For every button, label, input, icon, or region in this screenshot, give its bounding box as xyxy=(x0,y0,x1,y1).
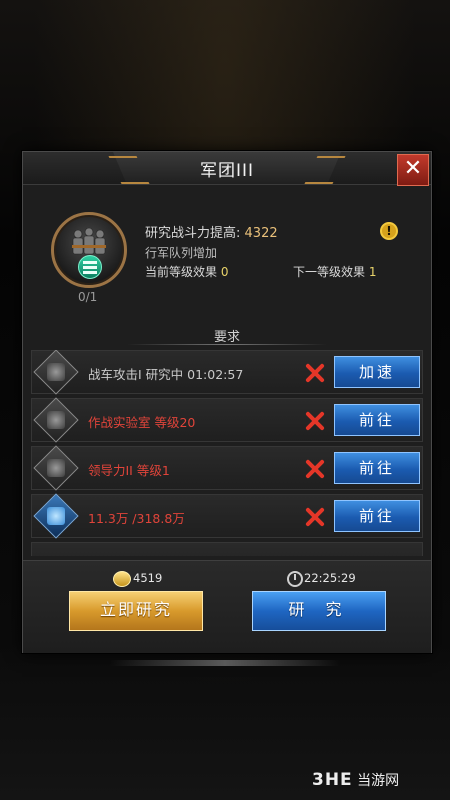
current-effect-label: 当前等级效果 xyxy=(145,265,218,279)
requirement-text: 领导力II 等级1 xyxy=(88,463,170,478)
lab-building-icon xyxy=(33,397,79,443)
requirements-list[interactable]: 战车攻击I 研究中 01:02:57 加速 作战实验室 等级20 前往 领导力I… xyxy=(31,350,423,556)
level-count: 0/1 xyxy=(78,290,98,304)
list-item: 领导力II 等级1 前往 xyxy=(31,445,423,491)
goto-button[interactable]: 前往 xyxy=(334,452,420,484)
requirement-text: 11.3万 /318.8万 xyxy=(88,511,185,526)
unmet-x-icon xyxy=(304,362,326,384)
unmet-x-icon xyxy=(304,410,326,432)
watermark-logo: 3HE xyxy=(312,770,353,790)
requirement-text: 作战实验室 等级20 xyxy=(88,415,196,430)
research-button[interactable]: 研 究 xyxy=(252,591,386,631)
tech-description: 行军队列增加 xyxy=(145,246,218,260)
dialog-bottom-ornament xyxy=(110,660,340,666)
requirements-divider xyxy=(127,344,327,345)
info-alert-icon[interactable]: ! xyxy=(380,222,398,240)
unmet-x-icon xyxy=(304,458,326,480)
research-time: 22:25:29 xyxy=(304,571,356,585)
next-effect-label: 下一等级效果 xyxy=(293,265,366,279)
list-item: 作战实验室 等级20 前往 xyxy=(31,397,423,443)
unmet-x-icon xyxy=(304,506,326,528)
current-effect-value: 0 xyxy=(220,265,229,279)
dialog-title: 军团III xyxy=(199,161,255,181)
requirements-header: 要求 xyxy=(213,330,240,345)
tech-avatar xyxy=(51,212,127,288)
list-item-partial xyxy=(31,542,423,556)
site-watermark: 3HE 当游网 xyxy=(312,770,442,794)
list-item: 11.3万 /318.8万 前往 xyxy=(31,493,423,539)
gold-cost: 4519 xyxy=(133,571,163,585)
research-dialog: 军团III ✕ 0/1 研究战斗力提高: 4322 行军队列增加 当前等级效果 … xyxy=(22,151,432,653)
speedup-button[interactable]: 加速 xyxy=(334,356,420,388)
rank-chevron-icon xyxy=(78,255,102,279)
action-footer: 4519 22:25:29 立即研究 研 究 xyxy=(23,560,431,653)
close-button[interactable]: ✕ xyxy=(397,154,429,186)
power-line: 研究战斗力提高: 4322 xyxy=(145,222,278,241)
instant-research-button[interactable]: 立即研究 xyxy=(69,591,203,631)
title-bar: 军团III xyxy=(23,152,431,185)
close-icon: ✕ xyxy=(403,156,423,181)
goto-button[interactable]: 前往 xyxy=(334,500,420,532)
gold-coin-icon xyxy=(113,571,131,587)
next-effect: 下一等级效果 1 xyxy=(293,263,376,280)
tank-icon xyxy=(33,350,79,395)
clock-icon xyxy=(287,571,303,587)
goto-button[interactable]: 前往 xyxy=(334,404,420,436)
troops-icon xyxy=(33,445,79,491)
power-value: 4322 xyxy=(244,226,278,241)
current-effect: 当前等级效果 0 xyxy=(145,263,228,280)
power-label: 研究战斗力提高: xyxy=(145,226,241,241)
requirement-text: 战车攻击I 研究中 01:02:57 xyxy=(88,367,244,382)
list-item: 战车攻击I 研究中 01:02:57 加速 xyxy=(31,350,423,395)
next-effect-value: 1 xyxy=(368,265,377,279)
watermark-site: 当游网 xyxy=(357,773,400,789)
crystal-icon xyxy=(33,493,79,539)
